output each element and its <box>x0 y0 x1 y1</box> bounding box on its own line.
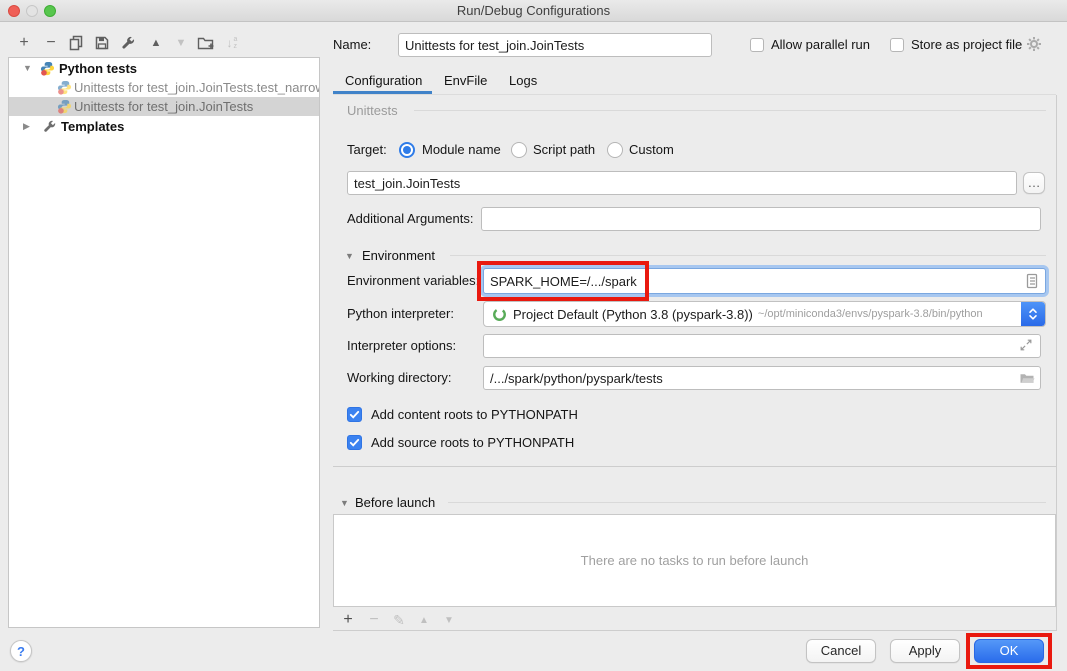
tab-logs[interactable]: Logs <box>509 68 537 94</box>
name-label: Name: <box>333 33 371 57</box>
unittests-group-line <box>414 110 1046 111</box>
before-launch-bottom-border <box>333 630 1056 631</box>
working-directory-input[interactable] <box>483 366 1041 390</box>
allow-parallel-run-label: Allow parallel run <box>771 33 870 57</box>
sort-configurations-icon[interactable]: ↓ a z <box>222 33 242 53</box>
additional-arguments-label: Additional Arguments: <box>347 207 473 231</box>
allow-parallel-run-checkbox[interactable] <box>750 38 764 52</box>
save-configuration-icon[interactable] <box>92 33 112 53</box>
store-as-project-file-label: Store as project file <box>911 33 1022 57</box>
expand-field-icon[interactable] <box>1019 338 1035 354</box>
move-task-up-icon[interactable]: ▲ <box>415 611 433 629</box>
environment-variables-input[interactable] <box>483 268 1046 294</box>
move-down-icon[interactable]: ▼ <box>171 33 191 53</box>
add-content-roots-checkbox[interactable] <box>347 407 362 422</box>
interpreter-options-label: Interpreter options: <box>347 334 456 358</box>
content-right-border <box>1056 95 1057 631</box>
move-up-icon[interactable]: ▲ <box>146 33 166 53</box>
move-task-down-icon[interactable]: ▼ <box>440 611 458 629</box>
working-directory-label: Working directory: <box>347 366 452 390</box>
tree-item-label: Python tests <box>59 59 137 78</box>
run-debug-configurations-dialog: Run/Debug Configurations + − ▲ ▼ ↓ a z ▼… <box>0 0 1067 671</box>
interpreter-value: Project Default (Python 3.8 (pyspark-3.8… <box>513 307 753 322</box>
tree-item-python-tests[interactable]: ▼ Python tests <box>9 59 319 78</box>
unittests-group-title: Unittests <box>347 103 398 118</box>
target-custom-label: Custom <box>629 138 674 162</box>
target-custom-radio[interactable] <box>607 142 623 158</box>
target-script-path-label: Script path <box>533 138 595 162</box>
module-name-input[interactable] <box>347 171 1017 195</box>
python-test-icon <box>57 99 72 114</box>
target-label: Target: <box>347 138 387 162</box>
new-folder-icon[interactable] <box>195 33 215 53</box>
before-launch-section-line <box>448 502 1046 503</box>
target-module-name-label: Module name <box>422 138 501 162</box>
python-interpreter-label: Python interpreter: <box>347 302 454 326</box>
apply-button[interactable]: Apply <box>890 639 960 663</box>
tabs-divider <box>333 94 1056 95</box>
edit-task-icon[interactable]: ✎ <box>390 611 408 629</box>
remove-task-icon[interactable]: − <box>365 611 383 629</box>
tree-item-label: Unittests for test_join.JoinTests.test_n… <box>74 78 319 97</box>
environment-section-toggle[interactable]: ▼ <box>345 251 354 261</box>
target-script-path-radio[interactable] <box>511 142 527 158</box>
environment-section-line <box>450 255 1046 256</box>
interpreter-path: ~/opt/miniconda3/envs/pyspark-3.8/bin/py… <box>758 308 983 320</box>
configurations-tree: ▼ Python tests Unittests for test_join.J… <box>8 57 320 628</box>
remove-configuration-icon[interactable]: − <box>41 33 61 53</box>
sort-arrow: ↓ <box>227 36 233 50</box>
help-button[interactable]: ? <box>10 640 32 662</box>
sort-letter-a: a <box>234 36 238 43</box>
store-as-project-file-checkbox[interactable] <box>890 38 904 52</box>
before-launch-section-toggle[interactable]: ▼ <box>340 498 349 508</box>
copy-configuration-icon[interactable] <box>66 33 86 53</box>
interpreter-env-icon <box>492 307 507 322</box>
tree-item-unittests-jointests-selected[interactable]: Unittests for test_join.JoinTests <box>9 97 319 116</box>
add-source-roots-checkbox[interactable] <box>347 435 362 450</box>
additional-arguments-input[interactable] <box>481 207 1041 231</box>
python-test-icon <box>57 80 72 95</box>
tree-expanded-icon[interactable]: ▼ <box>23 59 32 78</box>
interpreter-dropdown-icon[interactable] <box>1021 302 1045 326</box>
store-options-gear-icon[interactable] <box>1026 36 1042 55</box>
browse-folder-icon[interactable] <box>1019 370 1035 386</box>
title-bar: Run/Debug Configurations <box>0 0 1067 22</box>
environment-section-label[interactable]: Environment <box>362 248 435 263</box>
python-tests-icon <box>40 61 55 76</box>
tab-envfile[interactable]: EnvFile <box>444 68 487 94</box>
browse-module-button[interactable]: … <box>1023 172 1045 194</box>
edit-environment-variables-icon[interactable] <box>1024 273 1040 289</box>
interpreter-options-input[interactable] <box>483 334 1041 358</box>
tree-item-label: Unittests for test_join.JoinTests <box>74 97 253 116</box>
ok-button[interactable]: OK <box>974 639 1044 663</box>
active-tab-underline <box>333 91 432 94</box>
python-interpreter-select[interactable]: Project Default (Python 3.8 (pyspark-3.8… <box>483 301 1046 327</box>
tree-item-unittests-narrow[interactable]: Unittests for test_join.JoinTests.test_n… <box>9 78 319 97</box>
name-input[interactable] <box>398 33 712 57</box>
sort-letter-z: z <box>234 43 238 50</box>
tree-collapsed-icon[interactable]: ▶ <box>23 117 30 136</box>
before-launch-task-list[interactable]: There are no tasks to run before launch <box>333 514 1056 607</box>
tree-item-label: Templates <box>61 117 124 136</box>
target-module-name-radio[interactable] <box>399 142 415 158</box>
before-launch-section-label[interactable]: Before launch <box>355 495 435 510</box>
before-launch-empty-message: There are no tasks to run before launch <box>581 553 809 568</box>
cancel-button[interactable]: Cancel <box>806 639 876 663</box>
edit-templates-icon[interactable] <box>118 33 138 53</box>
tree-item-templates[interactable]: ▶ Templates <box>9 117 319 136</box>
environment-variables-label: Environment variables: <box>347 269 479 293</box>
add-source-roots-label: Add source roots to PYTHONPATH <box>371 431 574 455</box>
window-title: Run/Debug Configurations <box>0 0 1067 22</box>
content-divider <box>333 466 1056 467</box>
add-content-roots-label: Add content roots to PYTHONPATH <box>371 403 578 427</box>
add-task-icon[interactable]: + <box>339 611 357 629</box>
templates-wrench-icon <box>42 119 57 134</box>
add-configuration-icon[interactable]: + <box>14 33 34 53</box>
